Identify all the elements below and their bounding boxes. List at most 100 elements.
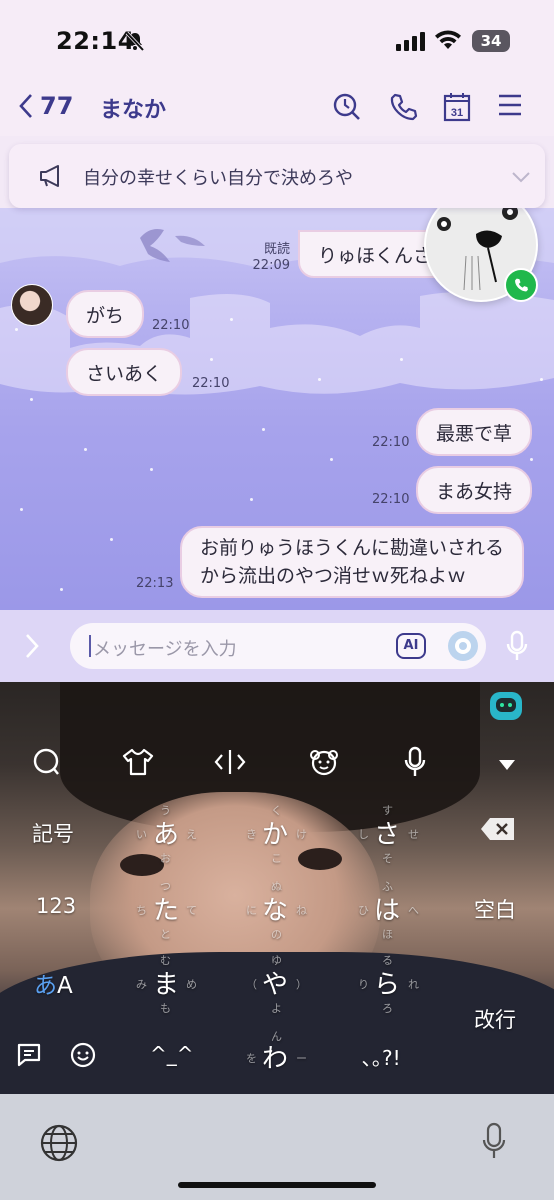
key-hint: と xyxy=(160,928,171,941)
key-hint: ん xyxy=(271,1030,282,1043)
message-meta: 既読 22:09 xyxy=(250,242,290,274)
contact-avatar[interactable] xyxy=(11,284,53,326)
key-a[interactable]: あ xyxy=(153,814,179,851)
key-punctuation[interactable]: ､｡?! xyxy=(362,1042,401,1071)
chevron-down-icon[interactable] xyxy=(511,168,531,187)
call-active-icon[interactable] xyxy=(504,268,538,302)
backspace-icon[interactable] xyxy=(480,816,516,846)
key-hint: ゆ xyxy=(271,954,282,967)
key-hint: ） xyxy=(296,978,307,991)
announcement-text: 自分の幸せくらい自分で決めろや xyxy=(83,168,353,189)
key-hint: く xyxy=(271,804,282,817)
key-kaomoji[interactable]: ^_^ xyxy=(150,1042,194,1066)
key-ha[interactable]: は xyxy=(374,890,400,927)
contact-name[interactable]: まなか xyxy=(100,92,166,124)
dictation-microphone-icon[interactable] xyxy=(482,1122,506,1166)
status-bar: 22:14 34 xyxy=(0,0,554,80)
text-caret xyxy=(89,635,91,657)
key-hint: ろ xyxy=(382,1002,393,1015)
message-template-icon[interactable] xyxy=(16,1042,42,1072)
key-hint: お xyxy=(160,852,171,865)
key-hint: の xyxy=(271,928,282,941)
key-input-mode[interactable]: あA xyxy=(34,966,73,1000)
message-bubble[interactable]: さいあく xyxy=(66,348,183,396)
emoji-smile-icon[interactable] xyxy=(70,1042,96,1072)
expand-chevron-icon[interactable] xyxy=(24,632,40,664)
theme-shirt-icon[interactable] xyxy=(122,748,154,780)
home-indicator[interactable] xyxy=(178,1182,376,1188)
message-placeholder: メッセージを入力 xyxy=(93,639,237,660)
keyboard: 記号 123 あA あ う い え お か く き け こ さ す し せ そ … xyxy=(0,682,554,1094)
key-hint: ぬ xyxy=(271,880,282,893)
emoji-icon[interactable] xyxy=(448,631,478,661)
cellular-signal-icon xyxy=(396,31,426,55)
read-receipt: 既読 xyxy=(263,242,290,257)
key-hint: し xyxy=(358,828,369,841)
key-hint: い xyxy=(136,828,147,841)
key-hint: こ xyxy=(271,852,282,865)
ai-button[interactable]: AI xyxy=(396,633,426,659)
key-numbers[interactable]: 123 xyxy=(36,894,76,918)
mode-alpha-label: A xyxy=(57,973,73,999)
megaphone-icon xyxy=(39,164,65,192)
key-hint: を xyxy=(246,1052,257,1065)
voice-call-icon[interactable] xyxy=(388,92,418,126)
key-hint: む xyxy=(160,954,171,967)
key-hint: ほ xyxy=(382,928,393,941)
sticker-bear-icon[interactable] xyxy=(308,748,340,780)
key-hint: せ xyxy=(408,828,419,841)
key-hint: つ xyxy=(160,880,171,893)
message-input[interactable]: メッセージを入力 AI xyxy=(70,623,486,669)
mode-kana-label: あ xyxy=(34,973,57,999)
voice-input-icon[interactable] xyxy=(404,746,426,782)
message-time: 22:10 xyxy=(192,376,230,391)
key-hint: （ xyxy=(246,978,257,991)
key-sa[interactable]: さ xyxy=(374,814,400,851)
key-symbols[interactable]: 記号 xyxy=(32,818,74,848)
svg-text:31: 31 xyxy=(451,107,463,119)
search-bubble-icon[interactable] xyxy=(32,748,60,780)
key-hint: き xyxy=(246,828,257,841)
message-bubble[interactable]: まあ女持 xyxy=(416,466,533,514)
menu-icon[interactable] xyxy=(498,92,522,122)
search-icon[interactable] xyxy=(332,92,362,126)
back-button[interactable]: 77 xyxy=(18,92,73,120)
message-bubble[interactable]: 最悪で草 xyxy=(416,408,533,456)
key-na[interactable]: な xyxy=(262,890,288,927)
message-bubble[interactable]: お前りゅうほうくんに勘違いされる から流出のやつ消せｗ死ねよｗ xyxy=(180,526,525,598)
chat-area[interactable]: 既読 22:09 りゅほくんさ がち 22:10 さいあく 22:10 22:1… xyxy=(0,208,554,610)
announcement-banner[interactable]: 自分の幸せくらい自分で決めろや xyxy=(9,144,545,208)
keyboard-mascot-icon[interactable] xyxy=(490,692,522,720)
message-time: 22:10 xyxy=(372,492,410,507)
microphone-icon[interactable] xyxy=(506,630,528,666)
globe-icon[interactable] xyxy=(40,1124,78,1166)
key-hint: よ xyxy=(271,1002,282,1015)
key-hint: み xyxy=(136,978,147,991)
key-hint: ち xyxy=(136,904,147,917)
key-hint: そ xyxy=(382,852,393,865)
key-ta[interactable]: た xyxy=(153,890,179,927)
silent-bell-icon xyxy=(124,30,146,56)
key-hint: り xyxy=(358,978,369,991)
floating-call-avatar[interactable] xyxy=(424,208,538,302)
calendar-icon[interactable]: 31 xyxy=(443,92,471,126)
key-ma[interactable]: ま xyxy=(153,964,179,1001)
message-time: 22:10 xyxy=(372,435,410,450)
key-hint: れ xyxy=(408,978,419,991)
key-ka[interactable]: か xyxy=(262,814,288,851)
key-hint: ー xyxy=(296,1052,307,1065)
message-bubble[interactable]: がち xyxy=(66,290,145,338)
message-time: 22:13 xyxy=(136,576,174,591)
message-line: お前りゅうほうくんに勘違いされる xyxy=(200,537,505,559)
key-space[interactable]: 空白 xyxy=(474,894,516,924)
cursor-move-icon[interactable] xyxy=(214,748,246,780)
key-ya[interactable]: や xyxy=(262,964,288,1001)
message-input-bar: メッセージを入力 AI xyxy=(0,610,554,682)
battery-indicator: 34 xyxy=(472,30,510,52)
key-hint: ひ xyxy=(358,904,369,917)
keyboard-background-photo xyxy=(298,848,342,870)
key-enter[interactable]: 改行 xyxy=(474,1004,516,1034)
collapse-keyboard-icon[interactable] xyxy=(498,756,516,775)
message-line: から流出のやつ消せｗ死ねよｗ xyxy=(200,565,467,587)
key-ra[interactable]: ら xyxy=(374,964,400,1001)
